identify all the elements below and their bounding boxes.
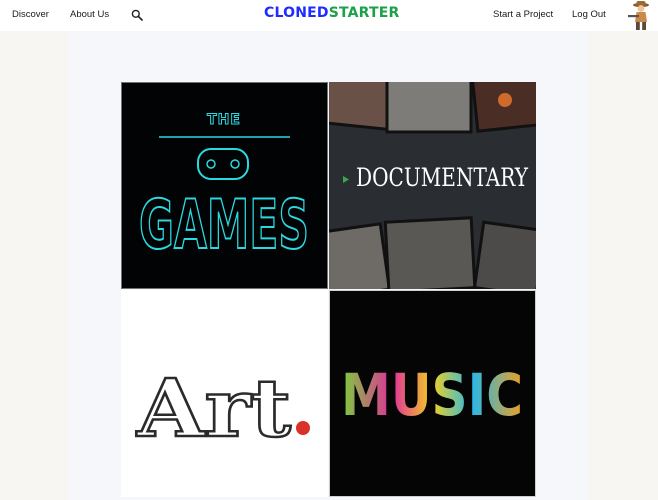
logo-part-cloned: CLONED [264,5,329,21]
photo-frames-top [329,82,536,134]
top-nav-bar: Discover About Us CLONEDSTARTER Start a … [0,0,658,31]
nav-discover-link[interactable]: Discover [12,9,49,20]
art-word-text: Art [136,361,291,455]
category-tile-documentary[interactable]: DOCUMENTARY [329,82,536,289]
category-tile-art[interactable]: Art [121,290,328,497]
user-avatar[interactable] [624,0,658,31]
logo-part-starter: STARTER [328,5,400,21]
nav-about-link[interactable]: About Us [70,9,109,20]
category-tile-games[interactable]: THE GAMES [121,82,328,289]
photo-frames-bottom [329,216,536,289]
documentary-title-text: DOCUMENTARY [356,163,528,192]
art-dot-mark [296,421,310,435]
games-word-text: GAMES [139,186,309,265]
nav-start-project-link[interactable]: Start a Project [493,9,553,20]
search-icon[interactable] [131,9,143,21]
games-the-text: THE [207,112,241,128]
category-tile-music[interactable]: MUSIC [329,290,536,497]
site-logo[interactable]: CLONEDSTARTER [264,5,400,21]
category-grid: THE GAMES DOCUMENTARY Art MUSIC [121,82,537,498]
nav-logout-link[interactable]: Log Out [572,9,606,20]
music-word-text: MUSIC [341,361,523,429]
gamepad-icon [197,148,249,180]
